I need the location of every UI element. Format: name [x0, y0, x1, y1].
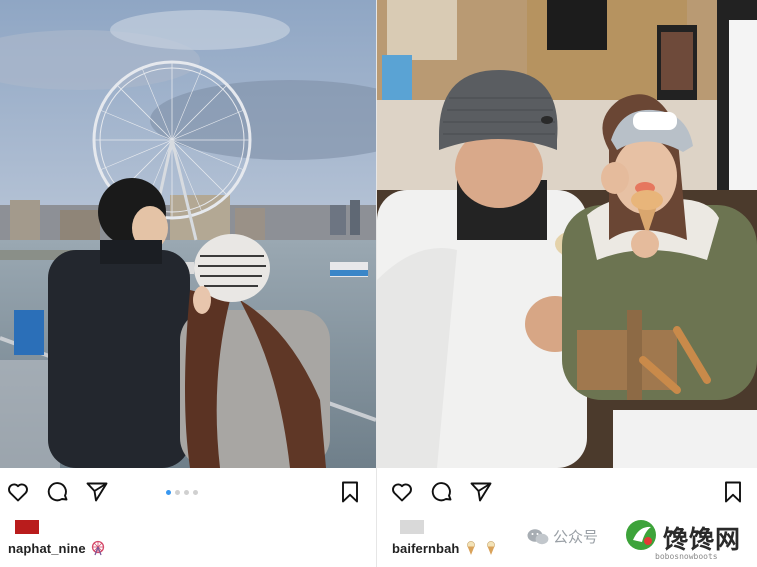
site-url: bobosnowboots [655, 552, 718, 561]
carousel-indicator [166, 490, 198, 495]
post-naphat: naphat_nine [0, 0, 376, 567]
watermark: 公众号 馋馋网 bobosnowboots [527, 518, 751, 564]
ice-cream-icon [463, 540, 479, 556]
carousel-dot[interactable] [175, 490, 180, 495]
heart-icon[interactable] [390, 480, 414, 504]
redacted-avatar [400, 520, 424, 534]
paper-plane-icon[interactable] [469, 480, 493, 504]
username-line: baifernbah [392, 540, 499, 556]
wechat-label-text: 公众号 [553, 528, 599, 546]
london-eye-photo [0, 0, 376, 468]
username[interactable]: baifernbah [392, 541, 459, 556]
carousel-dot[interactable] [166, 490, 171, 495]
wechat-official-label: 公众号 [527, 526, 598, 547]
post-photo-london-eye[interactable] [0, 0, 376, 468]
post-baifern: baifernbah [377, 0, 757, 567]
ice-cream-icon [483, 540, 499, 556]
heart-icon[interactable] [6, 480, 30, 504]
bookmark-icon[interactable] [721, 480, 745, 504]
redacted-avatar [15, 520, 39, 534]
site-title: 馋馋网 [663, 525, 742, 554]
comment-icon[interactable] [430, 480, 454, 504]
ice-cream-photo [377, 0, 757, 468]
site-logo-icon [624, 518, 658, 552]
carousel-dot[interactable] [184, 490, 189, 495]
username-line: naphat_nine [8, 540, 106, 556]
carousel-dot[interactable] [193, 490, 198, 495]
username[interactable]: naphat_nine [8, 541, 86, 556]
post-actions [0, 476, 376, 508]
ferris-wheel-icon [90, 540, 106, 556]
post-actions [377, 476, 757, 508]
wechat-icon [527, 528, 549, 544]
bookmark-icon[interactable] [338, 480, 362, 504]
paper-plane-icon[interactable] [85, 480, 109, 504]
post-photo-ice-cream[interactable] [377, 0, 757, 468]
comment-icon[interactable] [46, 480, 70, 504]
